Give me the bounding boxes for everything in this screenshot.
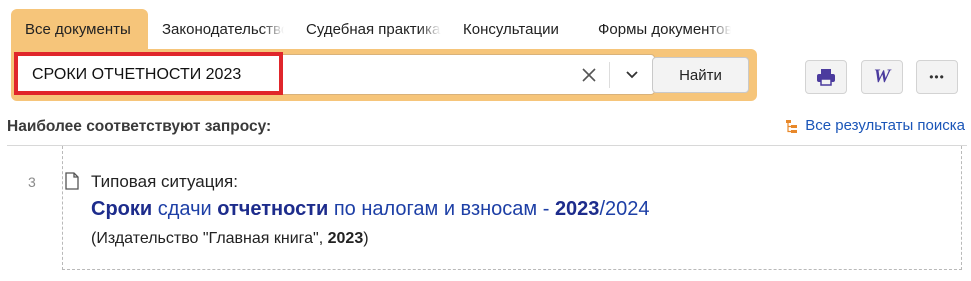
search-panel: Найти xyxy=(11,49,757,101)
export-word-button[interactable]: W xyxy=(861,60,903,94)
more-icon: ••• xyxy=(929,70,945,84)
tab-document-forms[interactable]: Формы документов xyxy=(584,9,731,49)
all-results-label[interactable]: Все результаты поиска xyxy=(805,117,965,134)
tab-legislation[interactable]: Законодательство xyxy=(148,9,284,49)
divider xyxy=(609,62,610,88)
result-title-link[interactable]: Сроки сдачи отчетности по налогам и взно… xyxy=(91,198,650,221)
search-history-dropdown[interactable] xyxy=(617,63,647,87)
result-number: 3 xyxy=(28,174,36,190)
printer-icon xyxy=(817,69,835,86)
search-input[interactable] xyxy=(32,55,572,94)
search-tabs: Все документы Законодательство Судебная … xyxy=(11,9,741,49)
more-actions-button[interactable]: ••• xyxy=(916,60,958,94)
all-results-link[interactable]: Все результаты поиска xyxy=(785,117,965,134)
result-source: (Издательство "Главная книга", 2023) xyxy=(91,230,369,247)
document-icon xyxy=(65,172,79,190)
tab-all-documents[interactable]: Все документы xyxy=(11,9,148,49)
word-export-icon: W xyxy=(873,66,891,87)
search-box xyxy=(16,54,655,95)
best-match-heading: Наиболее соответствуют запросу: xyxy=(7,118,272,135)
tab-consultations[interactable]: Консультации xyxy=(441,9,584,49)
close-icon xyxy=(582,68,596,82)
chevron-down-icon xyxy=(626,71,638,79)
tab-court-practice[interactable]: Судебная практика xyxy=(284,9,441,49)
find-button[interactable]: Найти xyxy=(652,57,749,93)
tree-list-icon xyxy=(786,119,798,133)
result-doc-type: Типовая ситуация: xyxy=(91,172,238,191)
print-button[interactable] xyxy=(805,60,847,94)
clear-search-button[interactable] xyxy=(577,63,601,87)
